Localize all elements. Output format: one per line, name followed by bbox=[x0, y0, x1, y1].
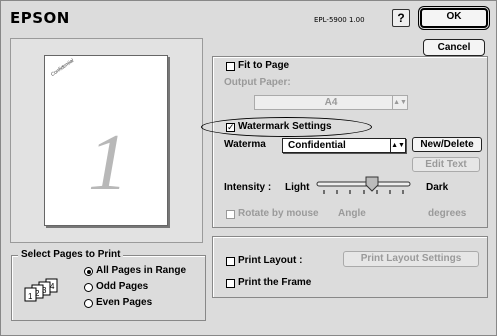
radio-odd-pages[interactable] bbox=[84, 283, 93, 292]
radio-even-pages-label: Even Pages bbox=[96, 297, 153, 308]
watermark-select-value: Confidential bbox=[288, 140, 346, 151]
print-frame-label: Print the Frame bbox=[238, 277, 312, 288]
radio-even-pages[interactable] bbox=[84, 299, 93, 308]
brand-logo: EPSON bbox=[10, 9, 70, 27]
intensity-light-label: Light bbox=[285, 182, 310, 193]
print-frame-checkbox[interactable] bbox=[226, 279, 235, 288]
help-button[interactable]: ? bbox=[392, 9, 410, 27]
watermark-settings-label: Watermark Settings bbox=[238, 121, 332, 132]
svg-text:4: 4 bbox=[50, 282, 55, 291]
page-order-icon: 1 2 3 4 bbox=[24, 278, 58, 302]
rotate-by-mouse-label: Rotate by mouse bbox=[238, 208, 319, 219]
ok-button[interactable]: OK bbox=[420, 8, 488, 28]
print-layout-label: Print Layout : bbox=[238, 255, 303, 266]
radio-all-pages[interactable] bbox=[84, 267, 93, 276]
preview-page-number: 1 bbox=[88, 119, 128, 207]
cancel-button[interactable]: Cancel bbox=[423, 39, 485, 56]
print-layout-checkbox[interactable] bbox=[226, 257, 235, 266]
intensity-dark-label: Dark bbox=[426, 182, 449, 193]
new-delete-button[interactable]: New/Delete bbox=[412, 137, 482, 152]
print-layout-settings-button: Print Layout Settings bbox=[343, 251, 479, 267]
edit-text-button: Edit Text bbox=[412, 157, 480, 172]
watermark-checkbox[interactable]: ✓ bbox=[226, 123, 235, 132]
angle-label: Angle bbox=[338, 208, 366, 219]
radio-all-pages-label: All Pages in Range bbox=[96, 265, 187, 276]
layout-group bbox=[212, 236, 488, 298]
degrees-label: degrees bbox=[428, 208, 467, 219]
popup-arrows-icon: ▲▼ bbox=[390, 139, 405, 152]
svg-text:3: 3 bbox=[42, 286, 47, 295]
svg-text:1: 1 bbox=[28, 292, 33, 301]
rotate-by-mouse-checkbox bbox=[226, 210, 235, 219]
select-pages-title: Select Pages to Print bbox=[18, 249, 124, 260]
model-version: EPL-5900 1.00 bbox=[314, 16, 365, 24]
watermark-field-label: Waterma bbox=[224, 139, 266, 150]
slider-thumb bbox=[365, 176, 379, 192]
intensity-slider[interactable] bbox=[316, 174, 412, 198]
svg-text:2: 2 bbox=[35, 289, 40, 298]
intensity-label: Intensity : bbox=[224, 182, 272, 193]
watermark-select[interactable]: Confidential ▲▼ bbox=[282, 138, 406, 153]
radio-odd-pages-label: Odd Pages bbox=[96, 281, 149, 292]
